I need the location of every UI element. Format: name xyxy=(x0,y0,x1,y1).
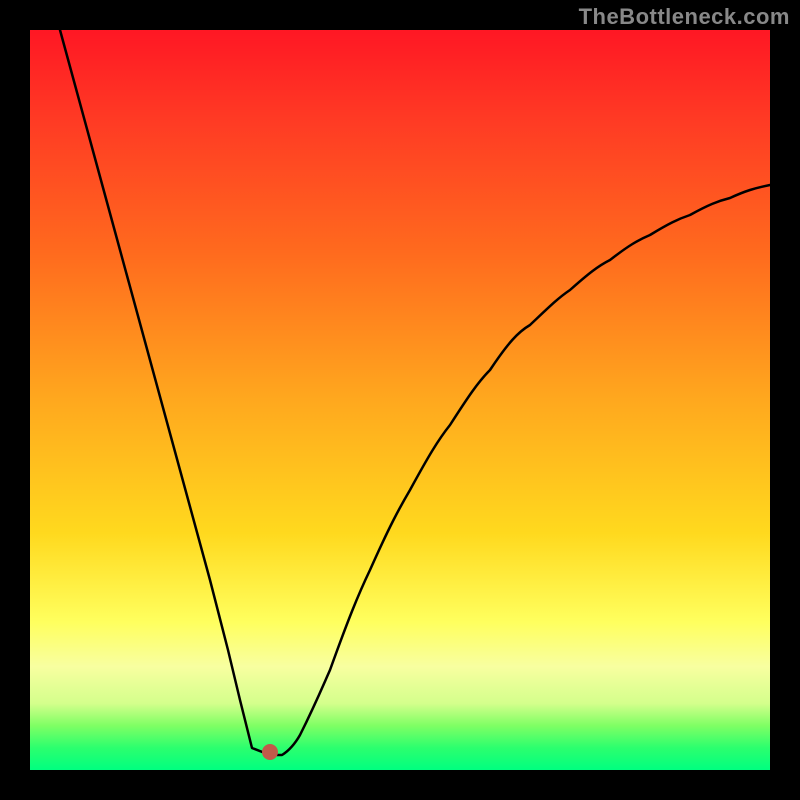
optimum-marker xyxy=(262,744,278,760)
plot-area xyxy=(30,30,770,770)
attribution-text: TheBottleneck.com xyxy=(579,4,790,30)
chart-frame: TheBottleneck.com xyxy=(0,0,800,800)
bottleneck-curve xyxy=(60,30,770,755)
curve-svg xyxy=(30,30,770,770)
